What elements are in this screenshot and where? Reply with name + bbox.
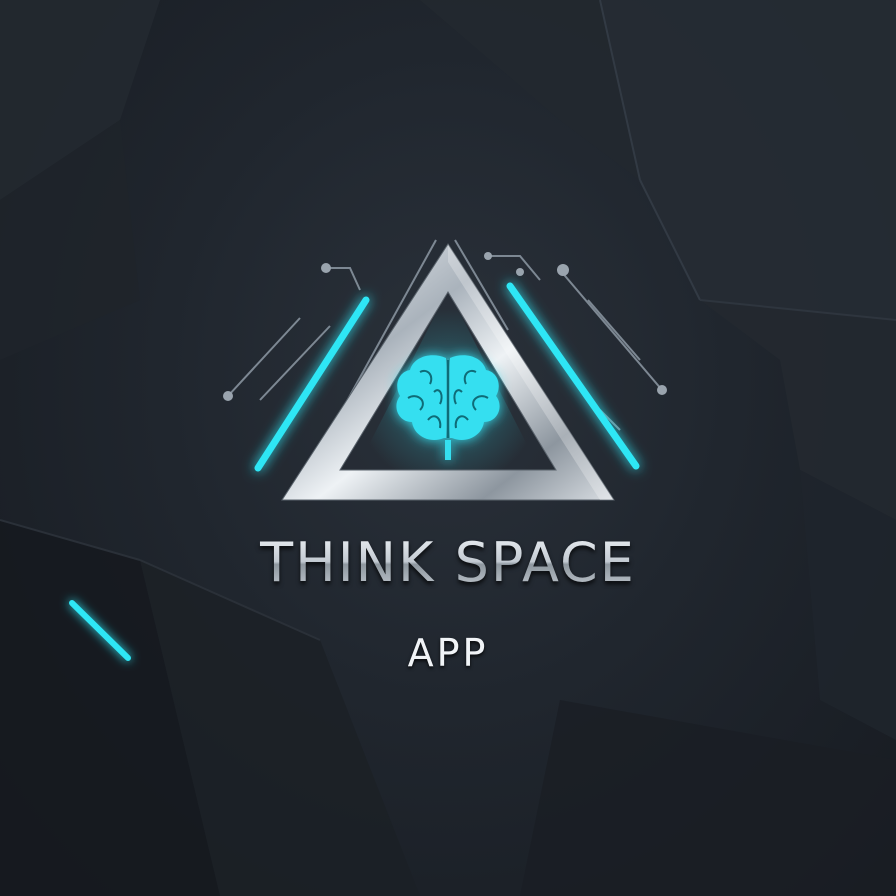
- logo-subtitle: APP: [407, 631, 489, 675]
- logo-title: THINK SPACE: [0, 528, 896, 598]
- brain-in-triangle-icon: [223, 239, 667, 501]
- logo-canvas: THINK SPACE APP: [0, 0, 896, 896]
